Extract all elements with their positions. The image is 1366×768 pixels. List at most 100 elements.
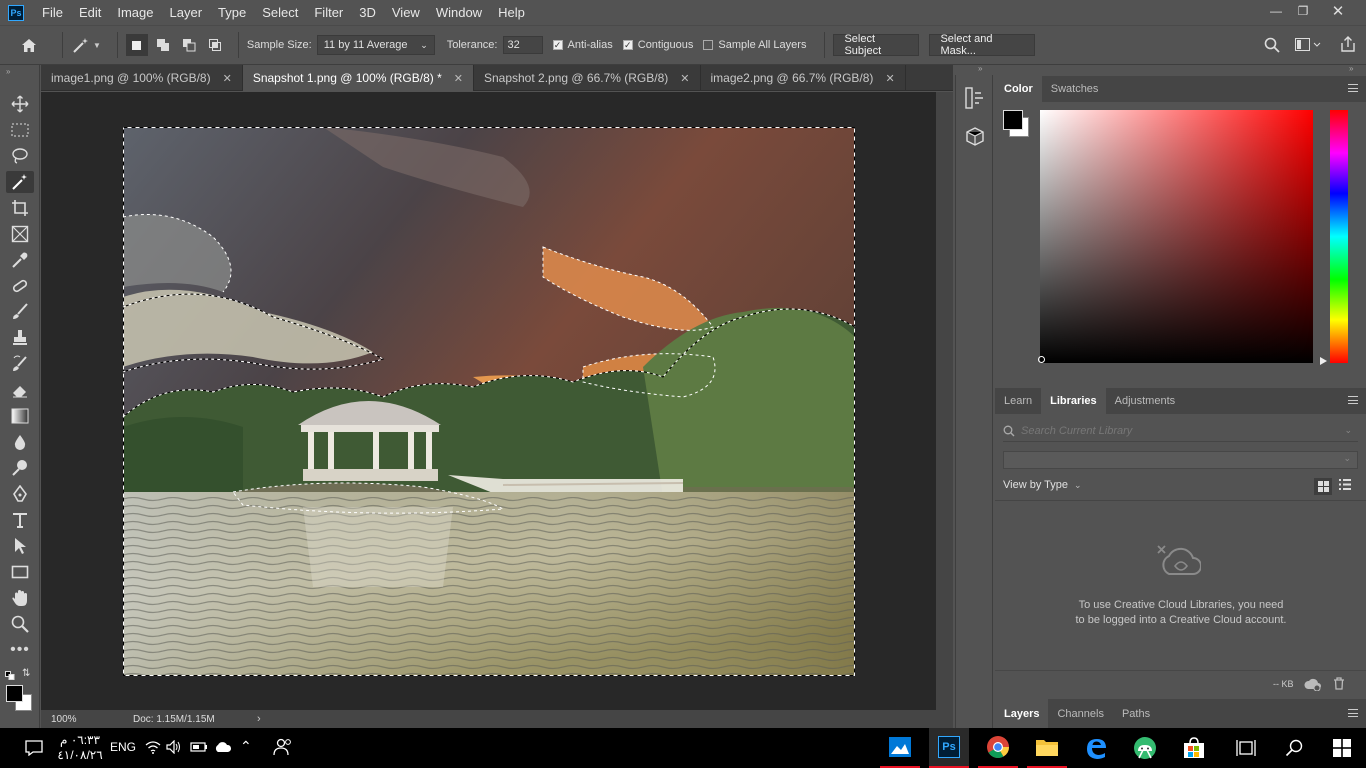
action-center-icon[interactable] — [14, 728, 54, 768]
collapse-arrows-icon[interactable]: » — [6, 67, 10, 76]
file-explorer-icon[interactable] — [1027, 728, 1067, 768]
photos-app-icon[interactable] — [880, 728, 920, 768]
zoom-tool-icon[interactable] — [6, 613, 34, 635]
menu-view[interactable]: View — [384, 0, 428, 25]
dodge-tool-icon[interactable] — [6, 457, 34, 479]
close-tab-icon[interactable]: ✕ — [680, 72, 689, 85]
select-subject-button[interactable]: Select Subject — [833, 33, 920, 57]
language-indicator[interactable]: ENG — [110, 740, 136, 754]
tab-adjustments[interactable]: Adjustments — [1106, 388, 1185, 414]
start-icon[interactable] — [1322, 728, 1362, 768]
edge-icon[interactable] — [1076, 728, 1116, 768]
menu-layer[interactable]: Layer — [162, 0, 211, 25]
default-colors-icon[interactable] — [5, 669, 15, 680]
rectangle-tool-icon[interactable] — [6, 561, 34, 583]
zoom-level[interactable]: 100% — [41, 714, 85, 725]
workspace-icon[interactable] — [1295, 38, 1321, 55]
close-tab-icon[interactable]: ✕ — [454, 72, 463, 85]
tolerance-input[interactable]: 32 — [502, 36, 543, 54]
close-tab-icon[interactable]: ✕ — [223, 72, 232, 85]
menu-3d[interactable]: 3D — [351, 0, 384, 25]
tab-swatches[interactable]: Swatches — [1042, 76, 1108, 102]
share-icon[interactable] — [1340, 36, 1356, 55]
restore-icon[interactable]: ❐ — [1287, 0, 1319, 22]
brush-tool-icon[interactable] — [6, 301, 34, 323]
lasso-tool-icon[interactable] — [6, 145, 34, 167]
subtract-from-selection-icon[interactable] — [178, 34, 200, 56]
foreground-color-swatch[interactable] — [6, 685, 23, 702]
spot-healing-tool-icon[interactable] — [6, 275, 34, 297]
menu-filter[interactable]: Filter — [306, 0, 351, 25]
intersect-selection-icon[interactable] — [204, 34, 226, 56]
menu-window[interactable]: Window — [428, 0, 490, 25]
photoshop-taskbar-icon[interactable]: Ps — [929, 728, 969, 768]
tab-snapshot1[interactable]: Snapshot 1.png @ 100% (RGB/8) * ✕ — [242, 65, 474, 91]
type-tool-icon[interactable] — [6, 509, 34, 531]
trash-icon[interactable] — [1333, 677, 1345, 690]
blur-tool-icon[interactable] — [6, 431, 34, 453]
foreground-color-swatch[interactable] — [1003, 110, 1023, 130]
menu-image[interactable]: Image — [109, 0, 161, 25]
color-picker-cursor-icon[interactable] — [1038, 356, 1045, 363]
magic-wand-tool-preset-icon[interactable]: ▼ — [71, 36, 101, 54]
marquee-tool-icon[interactable] — [6, 119, 34, 141]
add-to-selection-icon[interactable] — [152, 34, 174, 56]
contiguous-checkbox[interactable]: ✓ Contiguous — [622, 39, 693, 51]
android-studio-icon[interactable] — [1125, 728, 1165, 768]
eyedropper-tool-icon[interactable] — [6, 249, 34, 271]
document-canvas[interactable] — [41, 92, 936, 710]
crop-tool-icon[interactable] — [6, 197, 34, 219]
onedrive-icon[interactable] — [214, 741, 232, 756]
hue-slider-arrow-icon[interactable] — [1320, 357, 1327, 365]
tab-libraries[interactable]: Libraries — [1041, 388, 1106, 414]
eraser-tool-icon[interactable] — [6, 379, 34, 401]
volume-icon[interactable] — [166, 739, 182, 757]
search-icon[interactable] — [1274, 728, 1314, 768]
hand-tool-icon[interactable] — [6, 587, 34, 609]
library-select[interactable]: ⌄ — [1003, 451, 1358, 469]
history-brush-tool-icon[interactable] — [6, 353, 34, 375]
grid-view-icon[interactable] — [1314, 478, 1332, 495]
menu-edit[interactable]: Edit — [71, 0, 109, 25]
hue-slider[interactable] — [1330, 110, 1348, 363]
menu-type[interactable]: Type — [210, 0, 254, 25]
search-icon[interactable] — [1264, 37, 1280, 56]
tab-image2[interactable]: image2.png @ 66.7% (RGB/8) ✕ — [701, 65, 906, 91]
select-and-mask-button[interactable]: Select and Mask... — [929, 33, 1036, 57]
more-tools-icon[interactable]: ••• — [6, 639, 34, 661]
pen-tool-icon[interactable] — [6, 483, 34, 505]
gradient-tool-icon[interactable] — [6, 405, 34, 427]
3d-panel-icon[interactable] — [966, 127, 984, 150]
panel-menu-icon[interactable] — [1348, 396, 1358, 404]
tab-layers[interactable]: Layers — [995, 699, 1049, 728]
swap-colors-icon[interactable]: ⇅ — [22, 668, 30, 679]
home-icon[interactable] — [18, 34, 40, 56]
people-icon[interactable] — [273, 738, 293, 759]
panel-menu-icon[interactable] — [1348, 709, 1358, 717]
panel-menu-icon[interactable] — [1348, 84, 1358, 92]
sample-all-layers-checkbox[interactable]: Sample All Layers — [703, 39, 806, 51]
close-tab-icon[interactable]: ✕ — [885, 72, 894, 85]
clock[interactable]: ٠٦:٣٣ م ٤١/٠٨/٢٦ — [50, 733, 110, 763]
saturation-brightness-field[interactable] — [1040, 110, 1313, 363]
history-panel-icon[interactable] — [965, 87, 985, 112]
sample-size-select[interactable]: 11 by 11 Average ⌄ — [316, 35, 435, 55]
chrome-icon[interactable] — [978, 728, 1018, 768]
store-icon[interactable] — [1174, 728, 1214, 768]
new-selection-icon[interactable] — [125, 34, 148, 56]
chevron-right-icon[interactable]: › — [257, 713, 261, 725]
tab-image1[interactable]: image1.png @ 100% (RGB/8) ✕ — [41, 65, 243, 91]
task-view-icon[interactable] — [1226, 728, 1266, 768]
wifi-icon[interactable] — [145, 740, 161, 757]
view-by-type-dropdown[interactable]: View by Type ⌄ — [1003, 479, 1082, 491]
library-search[interactable]: Search Current Library ⌄ — [1003, 420, 1358, 442]
tab-paths[interactable]: Paths — [1113, 699, 1159, 728]
canvas-area[interactable] — [41, 92, 936, 710]
vertical-scrollbar[interactable] — [936, 92, 953, 710]
tab-snapshot2[interactable]: Snapshot 2.png @ 66.7% (RGB/8) ✕ — [474, 65, 701, 91]
color-picker-swatches[interactable] — [6, 684, 34, 712]
show-hidden-icons-icon[interactable]: ⌃ — [240, 738, 252, 755]
move-tool-icon[interactable] — [6, 93, 34, 115]
tab-color[interactable]: Color — [995, 76, 1042, 102]
collapse-panels-icon[interactable]: » — [1349, 64, 1353, 73]
